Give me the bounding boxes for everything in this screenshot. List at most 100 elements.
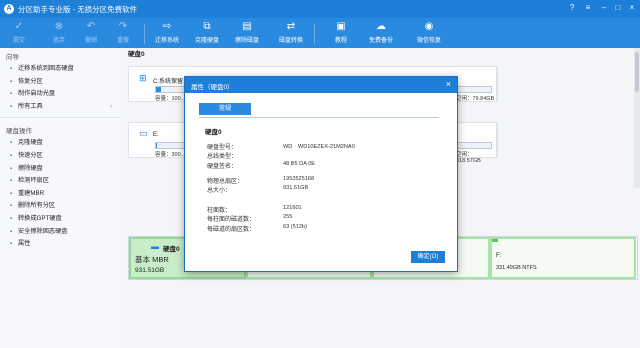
row-value: 1953525168	[283, 176, 315, 182]
redo-icon: ↷	[118, 21, 128, 32]
rebuild-mbr-icon: ▪	[10, 190, 13, 197]
windows-icon: ⊞	[139, 73, 147, 83]
disk-type: 基本 MBR	[135, 255, 169, 264]
toolbar-label: 擦除磁盘	[234, 38, 259, 44]
sidebar-item-all-tools[interactable]: ▪ 所有工具 ›	[0, 101, 120, 114]
bootdisc-icon: ▪	[10, 91, 13, 98]
sidebar-item-properties[interactable]: ▪ 属性	[0, 238, 120, 251]
dialog-heading: 硬盘0	[205, 129, 222, 136]
sidebar-item-bad-sector[interactable]: ▪ 检测坏扇区	[0, 175, 120, 188]
disk-segment-f[interactable]: F: 331.49GB NTFS	[490, 237, 636, 279]
sidebar-item-label: 擦除硬盘	[18, 164, 43, 172]
row-value: 48 B5 DA 0E	[283, 161, 316, 167]
properties-icon: ▪	[10, 241, 13, 248]
sidebar-item-label: 安全擦除固态硬盘	[18, 227, 68, 235]
cancel-icon: ⊗	[54, 21, 64, 32]
sidebar-item-delete-all[interactable]: ▪ 删除所有分区	[0, 200, 120, 213]
toolbar-migrate-os-button[interactable]: ⇨ 迁移系统	[150, 20, 184, 44]
sidebar-item-ssd-erase[interactable]: ▪ 安全擦除固态硬盘	[0, 226, 120, 239]
drive-icon: ▭	[139, 128, 148, 138]
partition-name: C:系统保留	[153, 79, 184, 85]
sidebar-item-convert-gpt[interactable]: ▪ 转换成GPT硬盘	[0, 213, 120, 226]
partition-capacity: 容量：300...	[155, 152, 186, 158]
migrate-os-icon: ⇨	[162, 21, 172, 32]
convert-disk-icon: ⇄	[286, 21, 296, 32]
partition-free: 空闲：318.57GB	[456, 152, 481, 164]
dialog-title-bar: 属性（硬盘0） ×	[185, 77, 457, 93]
sidebar-item-migrate[interactable]: ▪ 迁移系统到固态硬盘	[0, 63, 120, 76]
usage-bar-tail	[456, 142, 492, 149]
scroll-thumb[interactable]	[635, 52, 639, 92]
toolbar-discard-button[interactable]: ⊗ 放弃	[42, 20, 76, 44]
disk-size: 931.51GB	[135, 267, 165, 274]
sidebar-item-recover[interactable]: ▪ 恢复分区	[0, 76, 120, 89]
toolbar-redo-button[interactable]: ↷ 重做	[106, 20, 140, 44]
convert-gpt-icon: ▪	[10, 215, 13, 222]
sidebar-item-label: 制作启动光盘	[18, 90, 56, 98]
row-label: 每磁道的扇区数：	[207, 227, 256, 233]
row-label: 柱面数：	[207, 208, 232, 214]
tools-icon: ▪	[10, 103, 13, 110]
clone-disk-icon: ⧉	[203, 21, 211, 32]
row-label: 物理总扇区：	[207, 179, 244, 185]
tutorial-icon: ▣	[336, 21, 346, 32]
sidebar-item-quick-partition[interactable]: ▪ 快速分区	[0, 150, 120, 163]
minimize-icon[interactable]: –	[598, 3, 610, 12]
ok-button[interactable]: 确定(O)	[411, 251, 445, 263]
recover-icon: ▪	[10, 78, 13, 85]
toolbar-convert-disk-button[interactable]: ⇄ 磁盘转换	[274, 20, 308, 44]
wipe-disk-icon: ▤	[242, 21, 252, 32]
sidebar-item-clone[interactable]: ▪ 克隆硬盘	[0, 137, 120, 150]
segment-usage	[492, 239, 498, 242]
sidebar-item-wipe[interactable]: ▪ 擦除硬盘	[0, 163, 120, 176]
menu-icon[interactable]: ≡	[582, 3, 594, 12]
segment-detail: 331.49GB NTFS	[496, 265, 537, 271]
tab-general[interactable]: 常规	[199, 103, 251, 115]
toolbar-label: 放弃	[52, 38, 65, 44]
partition-name: E:	[153, 132, 159, 138]
ssd-erase-icon: ▪	[10, 228, 13, 235]
undo-icon: ↶	[86, 21, 96, 32]
dialog-body: 硬盘0 硬盘型号： WD WD10EZEX-21M2NA0 总线类型： 硬盘签名…	[199, 117, 439, 236]
toolbar-wipe-disk-button[interactable]: ▤ 擦除磁盘	[230, 20, 264, 44]
sidebar-item-label: 迁移系统到固态硬盘	[18, 65, 74, 72]
sidebar-section-wizard: 向导	[6, 54, 19, 61]
toolbar-separator	[144, 24, 145, 44]
toolbar-label: 微信恢复	[416, 38, 441, 44]
usage-fill	[156, 143, 157, 148]
backup-icon: ☁	[376, 21, 386, 32]
toolbar-backup-button[interactable]: ☁ 免费备份	[364, 20, 398, 44]
toolbar-tutorial-button[interactable]: ▣ 教程	[324, 20, 358, 44]
wechat-recovery-icon: ◉	[424, 21, 434, 32]
properties-dialog: 属性（硬盘0） × 常规 硬盘0 硬盘型号： WD WD10EZEX-21M2N…	[184, 76, 458, 272]
help-icon[interactable]: ?	[566, 3, 578, 12]
dialog-title: 属性（硬盘0）	[191, 84, 234, 91]
row-label: 硬盘签名：	[207, 164, 238, 170]
toolbar-label: 免费备份	[368, 38, 393, 44]
sidebar-item-rebuild-mbr[interactable]: ▪ 重建MBR	[0, 188, 120, 201]
toolbar-clone-disk-button[interactable]: ⧉ 克隆硬盘	[190, 20, 224, 44]
toolbar-undo-button[interactable]: ↶ 撤销	[74, 20, 108, 44]
sidebar-item-label: 转换成GPT硬盘	[18, 214, 62, 222]
disk-icon: ▬	[151, 242, 159, 251]
scrollbar[interactable]	[634, 48, 640, 188]
sidebar-item-bootdisc[interactable]: ▪ 制作启动光盘	[0, 88, 120, 101]
toolbar-separator	[314, 24, 315, 44]
close-icon[interactable]: ×	[626, 3, 638, 12]
toolbar-wechat-recovery-button[interactable]: ◉ 微信恢复	[412, 20, 446, 44]
partition-capacity: 容量：100...	[155, 96, 186, 102]
row-value: 931.51GB	[283, 185, 309, 191]
sidebar-item-label: 删除所有分区	[18, 202, 56, 210]
row-value: 121601	[283, 205, 302, 211]
sidebar-item-label: 恢复分区	[18, 77, 43, 85]
sidebar-item-label: 检测坏扇区	[18, 177, 49, 185]
check-icon: ✓	[14, 21, 24, 32]
maximize-icon[interactable]: □	[612, 3, 624, 12]
usage-fill	[156, 87, 161, 92]
sidebar-item-label: 所有工具	[18, 102, 43, 110]
disk-heading: 硬盘0	[128, 51, 145, 58]
close-icon[interactable]: ×	[446, 79, 451, 89]
migrate-icon: ▪	[10, 66, 13, 72]
toolbar-commit-button[interactable]: ✓ 提交	[2, 20, 36, 44]
row-label: 总大小：	[207, 188, 232, 194]
